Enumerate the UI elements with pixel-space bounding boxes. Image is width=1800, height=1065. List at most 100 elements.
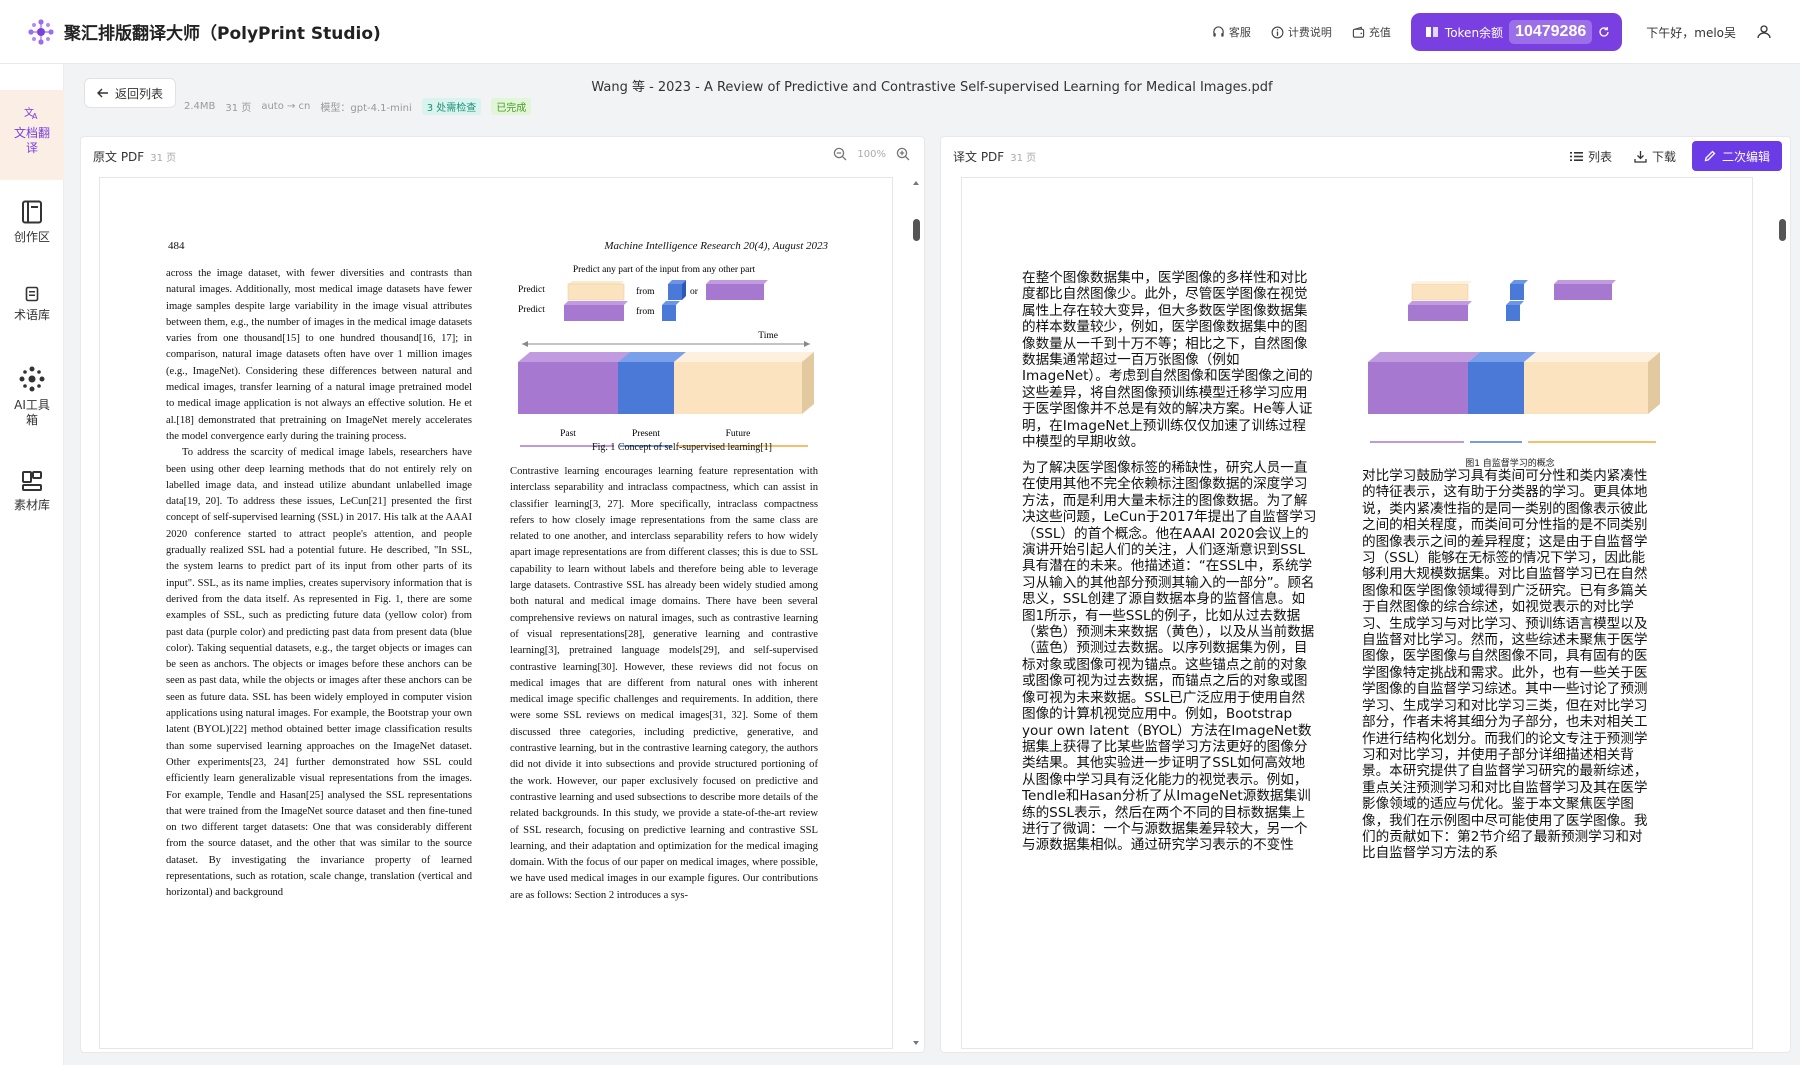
panel-title: 原文 PDF [93,149,145,164]
app-title: 聚汇排版翻译大师（PolyPrint Studio) [64,24,381,44]
support-link[interactable]: 客服 [1212,24,1251,40]
book-icon [22,200,42,224]
paragraph: Contrastive learning encourages learning… [510,466,818,901]
sidebar-item-label: 术语库 [14,308,51,322]
figure-predict-label: Predict [518,285,545,295]
sidebar-item-glossary[interactable]: 术语库 [0,286,64,323]
billing-label: 计费说明 [1287,26,1332,39]
ai-tools-icon [19,366,45,392]
list-button[interactable]: 列表 [1569,148,1612,165]
recharge-label: 充值 [1368,26,1391,39]
brand[interactable]: 聚汇排版翻译大师（PolyPrint Studio) [26,17,381,47]
panel-page-count: 31 页 [150,152,177,164]
glossary-icon [25,286,39,302]
page-number: 484 [168,240,185,252]
figure-present-label: Present [632,429,660,439]
sidebar-item-ai-tools[interactable]: AI工具箱 [0,366,64,428]
journal-name: Machine Intelligence Research 20(4), Aug… [604,240,828,252]
figure-title: Predict any part of the input from any o… [573,264,756,275]
figure-time-label: Time [758,331,778,341]
paragraph: To address the scarcity of medical image… [166,447,472,899]
sidebar: 文A 文档翻译 创作区 术语库 AI工具箱 素材库 [0,64,64,1065]
token-balance[interactable]: Token余额 10479286 [1410,13,1623,51]
support-label: 客服 [1228,26,1251,39]
scroll-up-icon[interactable] [911,179,921,187]
figure-caption: Fig. 1 Concept of self-supervised learni… [592,442,772,453]
billing-link[interactable]: 计费说明 [1271,24,1332,40]
zoom-controls: 100% [833,147,910,161]
figure-1-translated [1368,280,1660,443]
app-logo-icon [28,18,54,45]
download-icon [1634,150,1647,163]
original-pdf-panel: 原文 PDF 31 页 100% 484 Machine Intelligenc… [80,136,925,1053]
back-label: 返回列表 [114,86,163,101]
info-icon [1271,26,1284,38]
translate-icon: 文A [24,106,38,120]
figure-future-label: Future [726,429,751,439]
scrollbar-thumb[interactable] [1779,219,1786,241]
file-size: 2.4MB [184,101,216,112]
token-value: 10479286 [1509,20,1593,44]
text-column-left: across the image dataset, with fewer div… [166,266,472,902]
zoom-out-icon[interactable] [833,147,847,161]
translated-column-2: 为了解决医学图像标签的稀缺性，研究人员一直在使用其他不完全依赖标注图像数据的深度… [1022,460,1317,854]
edit-label: 二次编辑 [1721,149,1770,164]
sidebar-item-label: AI工具箱 [14,398,50,427]
user-icon[interactable] [1756,24,1772,40]
sidebar-item-creation[interactable]: 创作区 [0,200,64,245]
paragraph: across the image dataset, with fewer div… [166,268,472,442]
translated-pdf-page: 图1 自监督学习的概念 在整个图像数据集中，医学图像的多样性和对比度都比自然图像… [961,177,1753,1049]
translated-column-3: 对比学习鼓励学习具有类间可分性和类内紧凑性的特征表示，这有助于分类器的学习。更具… [1362,468,1648,862]
download-label: 下载 [1651,149,1676,164]
translated-scrollbar[interactable] [1777,177,1787,1049]
translated-pdf-header: 译文 PDF 31 页 列表 下载 二次编辑 [941,137,1790,175]
svg-text:A: A [32,112,38,120]
top-bar: 聚汇排版翻译大师（PolyPrint Studio) 客服 计费说明 充值 To… [0,0,1800,64]
wallet-icon [1352,26,1365,38]
zoom-level: 100% [857,148,886,160]
headset-icon [1213,25,1224,37]
original-pdf-header: 原文 PDF 31 页 100% [81,137,924,175]
token-label: Token余额 [1444,25,1504,40]
list-label: 列表 [1587,149,1612,164]
sidebar-item-label: 素材库 [14,498,51,512]
figure-past-label: Past [560,429,576,439]
back-to-list-button[interactable]: 返回列表 [84,78,176,108]
translated-column-1: 在整个图像数据集中，医学图像的多样性和对比度都比自然图像少。此外，尽管医学图像在… [1022,270,1313,451]
sidebar-item-doc-translate[interactable]: 文A 文档翻译 [0,90,64,180]
translated-pdf-panel: 译文 PDF 31 页 列表 下载 二次编辑 图1 自监督学习的概念 在整个图像… [940,136,1791,1053]
recharge-link[interactable]: 充值 [1352,24,1391,40]
figure-from-label: from [636,306,655,317]
original-scrollbar[interactable] [911,177,921,1049]
sidebar-item-label: 创作区 [14,230,51,244]
document-title: Wang 等 - 2023 - A Review of Predictive a… [591,80,1273,95]
zoom-in-icon[interactable] [896,147,910,161]
figure-from-label: from [636,286,655,297]
text-column-right: Contrastive learning encourages learning… [510,464,818,904]
language-pair: auto → cn [261,101,311,112]
sidebar-item-materials[interactable]: 素材库 [0,470,64,513]
material-icon [22,471,42,491]
check-badge[interactable]: 3 处需检查 [421,98,482,115]
model-name: 模型：gpt-4.1-mini [320,103,412,114]
download-button[interactable]: 下载 [1634,148,1676,165]
document-meta: 2.4MB 31 页 auto → cn 模型：gpt-4.1-mini 3 处… [184,98,541,115]
figure-or-label: or [690,287,699,297]
page-count: 31 页 [225,103,252,114]
figure-1: Predict any part of the input from any o… [518,264,814,447]
scroll-down-icon[interactable] [911,1039,921,1047]
arrow-left-icon [96,88,108,98]
scrollbar-thumb[interactable] [913,219,920,241]
original-pdf-page: 484 Machine Intelligence Research 20(4),… [99,177,893,1049]
sidebar-item-label: 文档翻译 [14,126,51,155]
secondary-edit-button[interactable]: 二次编辑 [1691,141,1782,171]
panel-title: 译文 PDF [953,149,1005,164]
pencil-icon [1704,150,1716,162]
book-open-icon [1425,27,1438,37]
status-badge: 已完成 [491,98,532,115]
document-bar: Wang 等 - 2023 - A Review of Predictive a… [64,64,1800,120]
panel-page-count: 31 页 [1010,152,1037,164]
greeting: 下午好，melo吴 [1646,25,1736,40]
figure-predict-label: Predict [518,305,545,315]
refresh-icon[interactable] [1598,26,1610,38]
